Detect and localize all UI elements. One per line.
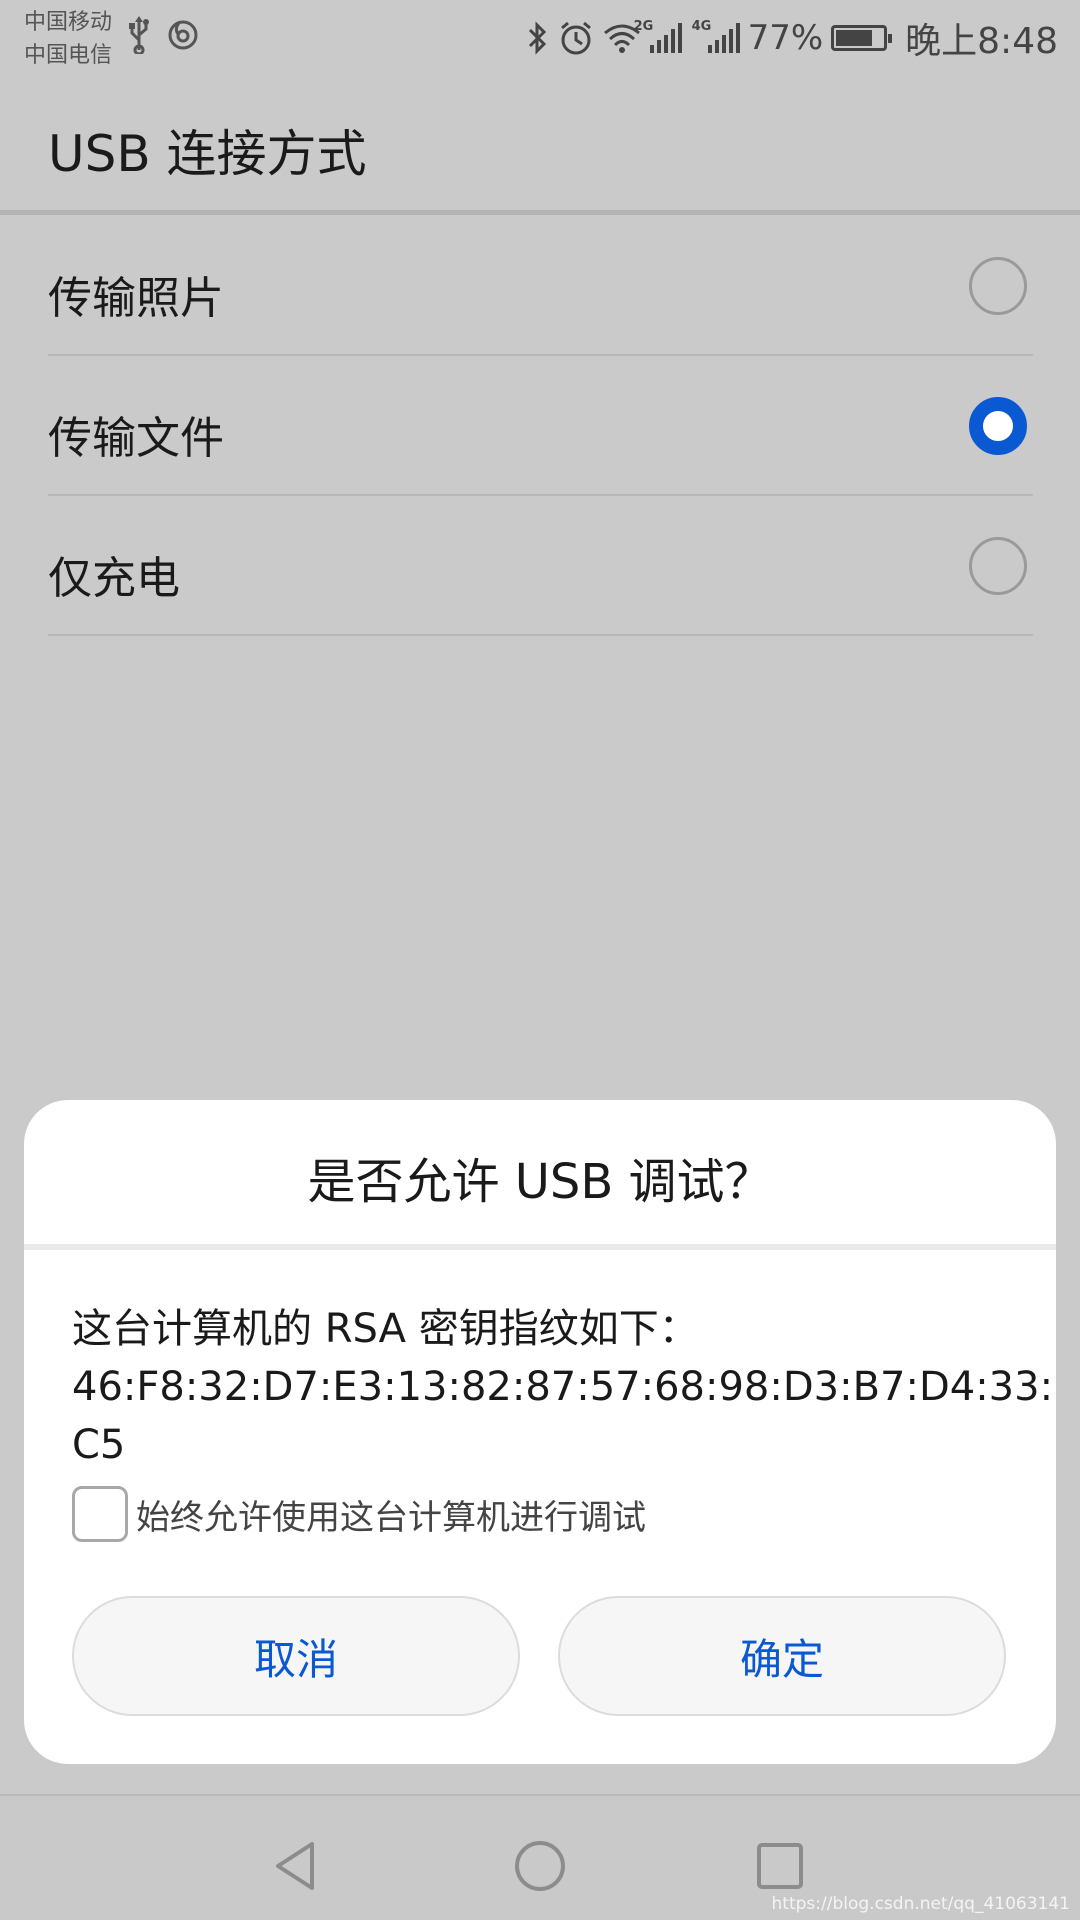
option-transfer-photos[interactable]: 传输照片: [48, 216, 1033, 356]
watermark: https://blog.csdn.net/qq_41063141: [771, 1894, 1070, 1914]
radio-button[interactable]: [969, 537, 1027, 595]
clock: 晚上8:48: [905, 21, 1058, 62]
option-label: 仅充电: [48, 553, 180, 604]
option-label: 传输照片: [48, 273, 224, 324]
signal-icon: 2G: [634, 19, 682, 53]
usb-icon: [129, 16, 149, 54]
carrier-2: 中国电信: [24, 43, 113, 68]
dialog-divider: [24, 1244, 1056, 1250]
page-title: USB 连接方式: [48, 125, 367, 183]
signal-icon: 4G: [692, 19, 740, 53]
ok-button[interactable]: 确定: [558, 1596, 1006, 1716]
option-transfer-files[interactable]: 传输文件: [48, 356, 1033, 496]
radio-button[interactable]: [969, 397, 1027, 455]
battery-percent: 77%: [747, 18, 824, 58]
usb-debug-dialog: 是否允许 USB 调试？ 这台计算机的 RSA 密钥指纹如下： 46:F8:32…: [24, 1100, 1056, 1764]
always-allow-checkbox[interactable]: [72, 1486, 128, 1542]
alarm-icon: [560, 21, 591, 55]
option-label: 传输文件: [48, 413, 224, 464]
battery-charging-icon: [831, 25, 893, 51]
battery-level: [836, 30, 872, 46]
dialog-title: 是否允许 USB 调试？: [307, 1154, 773, 1210]
header-divider: [0, 210, 1080, 215]
option-charge-only[interactable]: 仅充电: [48, 496, 1033, 636]
carrier-info: 中国移动 中国电信: [24, 6, 112, 72]
home-icon[interactable]: [510, 1836, 570, 1896]
carrier-1: 中国移动: [24, 10, 113, 35]
navigation-bar: https://blog.csdn.net/qq_41063141: [0, 1794, 1080, 1920]
always-allow-row[interactable]: 始终允许使用这台计算机进行调试: [72, 1484, 646, 1544]
recents-icon[interactable]: [750, 1836, 810, 1896]
radio-button[interactable]: [969, 257, 1027, 315]
rsa-fingerprint-end: C5: [72, 1422, 126, 1468]
cancel-button[interactable]: 取消: [72, 1596, 520, 1716]
rsa-fingerprint: 46:F8:32:D7:E3:13:82:87:57:68:98:D3:B7:D…: [72, 1364, 1054, 1410]
app-bar: USB 连接方式: [0, 76, 1080, 212]
dialog-message-text: 这台计算机的 RSA 密钥指纹如下：: [72, 1306, 699, 1352]
back-icon[interactable]: [268, 1836, 328, 1896]
always-allow-label: 始终允许使用这台计算机进行调试: [136, 1497, 646, 1538]
dialog-message: 这台计算机的 RSA 密钥指纹如下： 46:F8:32:D7:E3:13:82:…: [72, 1300, 1054, 1474]
status-bar: 中国移动 中国电信 2G 4G 77% 晚上8:48: [0, 0, 1080, 76]
music-icon: [168, 20, 198, 50]
bluetooth-icon: [528, 21, 546, 55]
